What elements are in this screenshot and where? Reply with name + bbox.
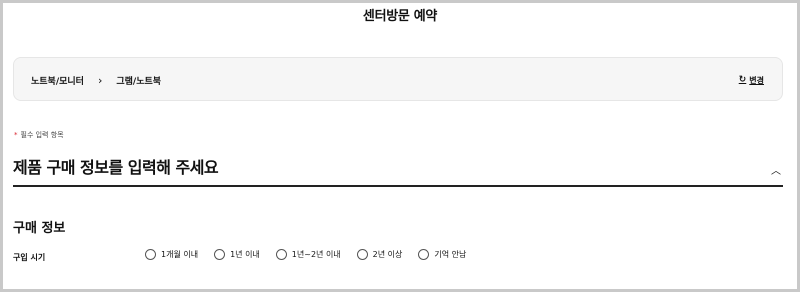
required-note-text: 필수 입력 항목	[20, 131, 64, 139]
required-star: *	[14, 131, 18, 139]
required-note: * 필수 입력 항목	[14, 130, 64, 140]
radio-label: 기억 안남	[434, 250, 467, 259]
radio-option-over-2-years[interactable]: 2년 이상	[356, 249, 403, 260]
breadcrumb-category: 노트북/모니터	[31, 76, 84, 87]
radio-button[interactable]	[418, 249, 430, 260]
radio-label: 1년 이내	[230, 250, 260, 259]
change-button[interactable]: ↻ 변경	[739, 58, 764, 102]
purchase-period-radio-group: 1개월 이내 1년 이내 1년~2년 이내 2년 이상 기억 안남	[145, 249, 466, 260]
breadcrumb: 노트북/모니터 › 그램/노트북	[31, 58, 161, 102]
breadcrumb-product: 그램/노트북	[116, 76, 162, 87]
radio-button[interactable]	[145, 249, 156, 260]
radio-button[interactable]	[356, 249, 368, 260]
radio-label: 2년 이상	[372, 250, 403, 259]
radio-option-dont-remember[interactable]: 기억 안남	[418, 249, 466, 260]
purchase-info-title: 구매 정보	[13, 221, 66, 236]
purchase-period-label: 구입 시기	[13, 253, 46, 262]
refresh-icon: ↻	[738, 75, 747, 85]
radio-option-1-2-years[interactable]: 1년~2년 이내	[275, 249, 341, 260]
radio-option-1-month[interactable]: 1개월 이내	[145, 249, 198, 260]
section-header[interactable]: 제품 구매 정보를 입력해 주세요 ︿	[13, 150, 783, 187]
chevron-right-icon: ›	[97, 73, 103, 87]
change-label: 변경	[749, 75, 764, 85]
section-title: 제품 구매 정보를 입력해 주세요	[13, 158, 219, 177]
radio-label: 1개월 이내	[161, 250, 199, 259]
product-category-box: 노트북/모니터 › 그램/노트북 ↻ 변경	[13, 57, 783, 101]
radio-button[interactable]	[275, 249, 287, 260]
chevron-up-icon[interactable]: ︿	[771, 162, 781, 177]
radio-option-1-year[interactable]: 1년 이내	[214, 249, 260, 260]
page-title: 센터방문 예약	[362, 9, 438, 24]
radio-label: 1년~2년 이내	[291, 250, 341, 259]
radio-button[interactable]	[214, 249, 226, 260]
